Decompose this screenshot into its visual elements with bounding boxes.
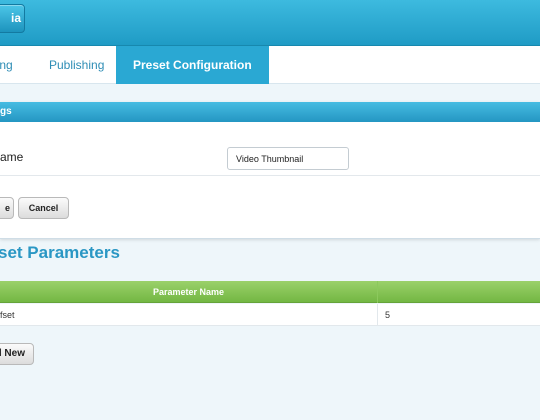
name-label: ame xyxy=(0,150,24,164)
tab-bar: ling Publishing Preset Configuration xyxy=(0,46,540,84)
column-header-parameter-name[interactable]: Parameter Name xyxy=(0,281,377,303)
settings-panel: gs ame e Cancel xyxy=(0,102,540,239)
tab-preset-configuration[interactable]: Preset Configuration xyxy=(116,46,269,84)
column-separator xyxy=(377,281,378,303)
table-row[interactable]: fset 5 xyxy=(0,304,540,326)
cancel-button[interactable]: Cancel xyxy=(18,197,69,219)
panel-header: gs xyxy=(0,102,540,122)
cell-parameter-name: fset xyxy=(0,310,15,320)
top-header-bar: ia xyxy=(0,0,540,46)
name-input[interactable] xyxy=(227,147,349,170)
cell-parameter-value: 5 xyxy=(385,310,391,320)
divider xyxy=(0,175,540,176)
table-header: Parameter Name xyxy=(0,281,540,303)
tab-publishing[interactable]: Publishing xyxy=(49,46,104,84)
media-button[interactable]: ia xyxy=(0,4,25,33)
save-button[interactable]: e xyxy=(0,197,14,219)
tab-ling[interactable]: ling xyxy=(0,46,13,84)
section-title: set Parameters xyxy=(0,243,120,262)
cell-separator xyxy=(377,304,378,326)
add-new-button[interactable]: l New xyxy=(0,343,34,365)
